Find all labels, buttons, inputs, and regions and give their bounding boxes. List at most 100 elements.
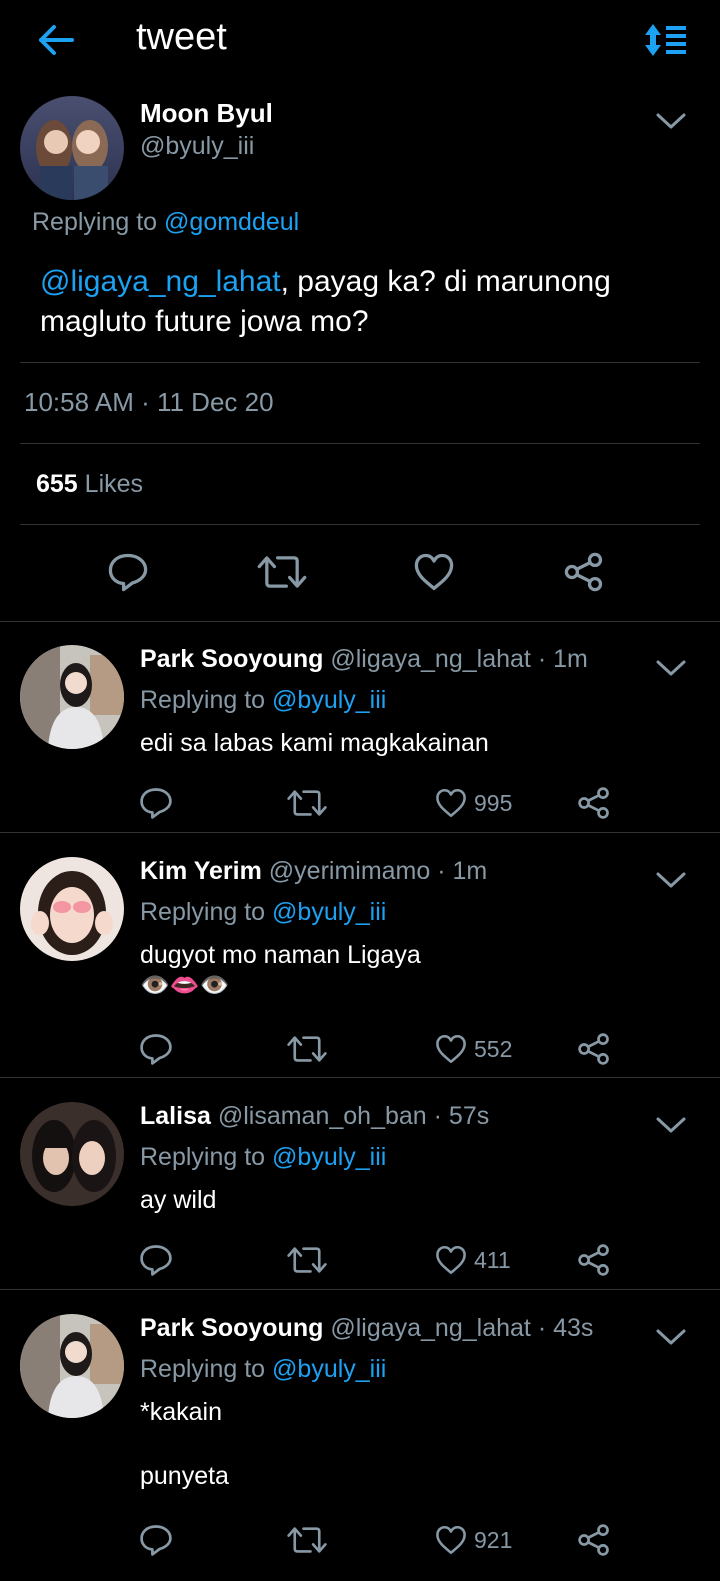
retweet-icon[interactable] (256, 550, 308, 594)
reply-text: edi sa labas kami magkakainan (140, 729, 489, 757)
reply-icon[interactable] (138, 785, 174, 821)
replying-to: Replying to @byuly_iii (140, 1143, 386, 1172)
like-count: 411 (474, 1246, 511, 1273)
avatar[interactable] (20, 1102, 124, 1206)
reply-text: ay wild (140, 1186, 217, 1214)
reply-actions: 411 (0, 1242, 720, 1282)
chevron-down-icon[interactable] (655, 1114, 687, 1136)
divider (0, 621, 720, 622)
reply-icon[interactable] (106, 550, 150, 594)
retweet-icon[interactable] (286, 1242, 328, 1278)
like-button[interactable]: 411 (434, 1242, 511, 1278)
reply-time: · 43s (537, 1314, 594, 1342)
avatar[interactable] (20, 645, 124, 749)
author-name[interactable]: Lalisa (140, 1102, 211, 1130)
reply-actions: 552 (0, 1031, 720, 1071)
replying-to: Replying to @byuly_iii (140, 686, 386, 715)
tweet-text: @ligaya_ng_lahat, payag ka? di marunong … (40, 262, 680, 342)
replying-prefix: Replying to (140, 898, 273, 926)
reply-tweet[interactable]: Kim Yerim @yerimimamo · 1m Replying to @… (0, 857, 720, 1077)
page-title: tweet (136, 16, 227, 58)
heart-icon[interactable] (412, 550, 456, 594)
retweet-icon[interactable] (286, 1031, 328, 1067)
replying-prefix: Replying to (140, 1143, 273, 1171)
reply-icon[interactable] (138, 1522, 174, 1558)
retweet-icon[interactable] (286, 1522, 328, 1558)
heart-icon (434, 1523, 468, 1557)
chevron-down-icon[interactable] (655, 110, 687, 132)
avatar[interactable] (20, 857, 124, 961)
like-count: 552 (474, 1035, 513, 1062)
reply-tweet[interactable]: Lalisa @lisaman_oh_ban · 57s Replying to… (0, 1102, 720, 1288)
reply-header: Lalisa @lisaman_oh_ban · 57s (140, 1102, 489, 1131)
replying-to-link[interactable]: @byuly_iii (272, 686, 386, 714)
divider (20, 524, 700, 525)
avatar[interactable] (20, 96, 124, 200)
mention-link[interactable]: @ligaya_ng_lahat (40, 265, 281, 298)
author-handle[interactable]: @byuly_iii (140, 132, 254, 161)
divider (0, 1289, 720, 1290)
author-handle[interactable]: @lisaman_oh_ban (218, 1102, 427, 1130)
replying-to: Replying to @byuly_iii (140, 898, 386, 927)
reply-header: Kim Yerim @yerimimamo · 1m (140, 857, 487, 886)
reply-actions: 995 (0, 785, 720, 825)
divider (0, 832, 720, 833)
emoji-eye-mouth-eye: 👁️👄👁️ (140, 972, 230, 999)
share-icon[interactable] (562, 550, 606, 594)
author-handle[interactable]: @ligaya_ng_lahat (330, 645, 531, 673)
heart-icon (434, 786, 468, 820)
like-count: 921 (474, 1526, 513, 1553)
like-button[interactable]: 921 (434, 1522, 512, 1558)
share-icon[interactable] (576, 1031, 612, 1067)
reply-text: *kakain punyeta (140, 1398, 229, 1490)
author-handle[interactable]: @yerimimamo (269, 857, 431, 885)
author-name[interactable]: Kim Yerim (140, 857, 262, 885)
reply-header: Park Sooyoung @ligaya_ng_lahat · 43s (140, 1314, 593, 1343)
main-tweet: Moon Byul @byuly_iii Replying to @gomdde… (0, 90, 720, 624)
chevron-down-icon[interactable] (655, 1326, 687, 1348)
likes-stat[interactable]: 655 Likes (36, 470, 143, 499)
like-button[interactable]: 552 (434, 1031, 512, 1067)
share-icon[interactable] (576, 1522, 612, 1558)
replying-to-link[interactable]: @byuly_iii (272, 1355, 386, 1383)
retweet-icon[interactable] (286, 785, 328, 821)
heart-icon (434, 1032, 468, 1066)
likes-label: Likes (84, 470, 144, 498)
replying-prefix: Replying to (32, 208, 165, 236)
replying-to: Replying to @gomddeul (32, 208, 299, 237)
like-button[interactable]: 995 (434, 785, 512, 821)
replying-to-link[interactable]: @gomddeul (164, 208, 299, 236)
likes-count: 655 (36, 470, 78, 498)
reply-tweet[interactable]: Park Sooyoung @ligaya_ng_lahat · 1m Repl… (0, 645, 720, 831)
author-handle[interactable]: @ligaya_ng_lahat (330, 1314, 531, 1342)
divider (20, 443, 700, 444)
chevron-down-icon[interactable] (655, 657, 687, 679)
reply-icon[interactable] (138, 1031, 174, 1067)
back-arrow-icon[interactable] (36, 22, 76, 58)
chevron-down-icon[interactable] (655, 869, 687, 891)
tweet-actions (0, 550, 720, 600)
replying-prefix: Replying to (140, 686, 273, 714)
reply-icon[interactable] (138, 1242, 174, 1278)
reply-tweet[interactable]: Park Sooyoung @ligaya_ng_lahat · 43s Rep… (0, 1314, 720, 1574)
replying-prefix: Replying to (140, 1355, 273, 1383)
reply-time: · 1m (537, 645, 588, 673)
heart-icon (434, 1243, 468, 1277)
author-name[interactable]: Moon Byul (140, 98, 273, 129)
reply-text: dugyot mo naman Ligaya (140, 941, 421, 969)
reply-time: · 57s (433, 1102, 490, 1130)
share-icon[interactable] (576, 1242, 612, 1278)
reply-header: Park Sooyoung @ligaya_ng_lahat · 1m (140, 645, 588, 674)
author-name[interactable]: Park Sooyoung (140, 645, 323, 673)
reply-time: · 1m (437, 857, 488, 885)
replying-to-link[interactable]: @byuly_iii (272, 898, 386, 926)
reply-actions: 921 (0, 1522, 720, 1562)
sort-replies-icon[interactable] (644, 22, 690, 58)
timestamp: 10:58 AM · 11 Dec 20 (24, 387, 274, 417)
divider (20, 362, 700, 363)
like-count: 995 (474, 789, 513, 816)
replying-to-link[interactable]: @byuly_iii (272, 1143, 386, 1171)
author-name[interactable]: Park Sooyoung (140, 1314, 323, 1342)
avatar[interactable] (20, 1314, 124, 1418)
share-icon[interactable] (576, 785, 612, 821)
